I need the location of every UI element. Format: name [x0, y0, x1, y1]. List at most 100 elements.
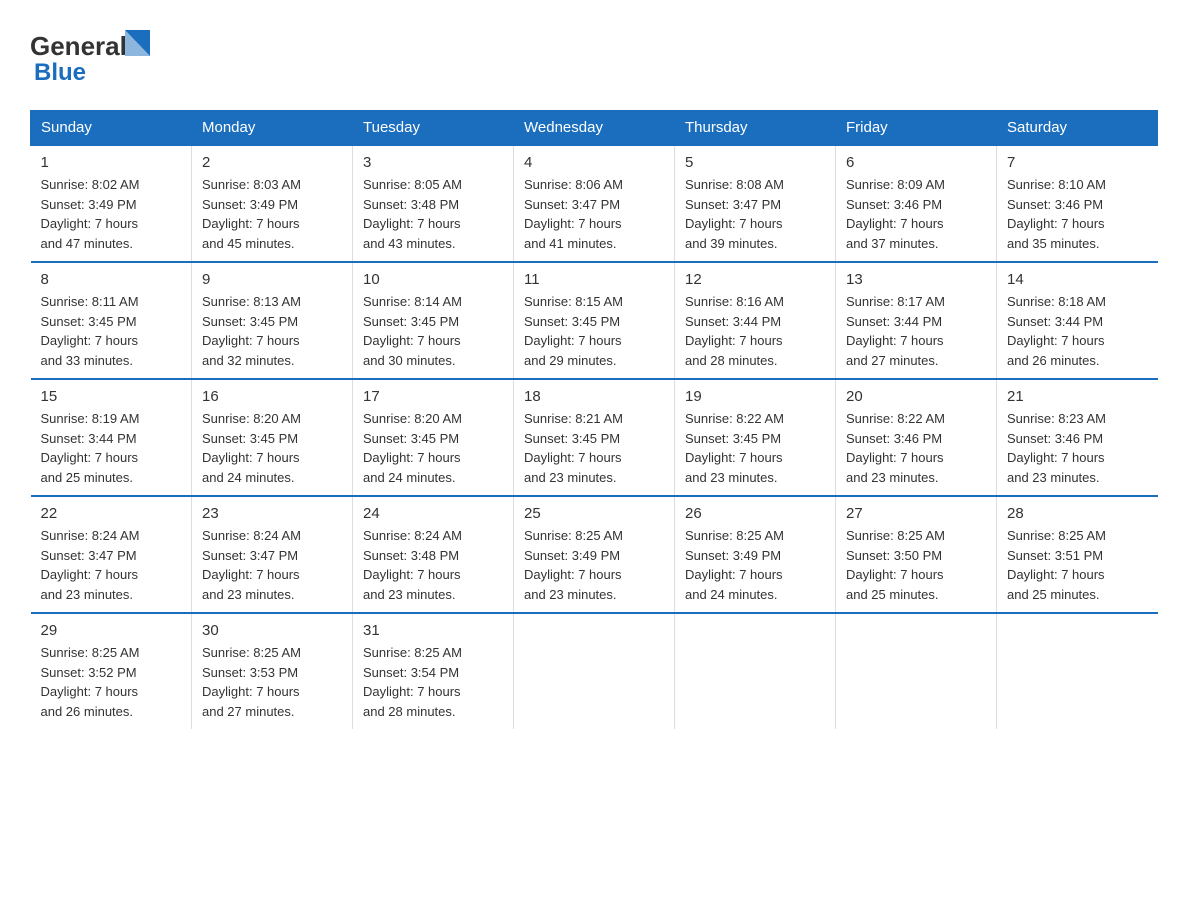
header-tuesday: Tuesday	[353, 111, 514, 146]
calendar-cell	[675, 613, 836, 729]
calendar-cell: 29 Sunrise: 8:25 AM Sunset: 3:52 PM Dayl…	[31, 613, 192, 729]
day-info: Sunrise: 8:09 AM Sunset: 3:46 PM Dayligh…	[846, 175, 986, 253]
calendar-cell	[514, 613, 675, 729]
day-number: 19	[685, 388, 825, 405]
calendar-cell: 4 Sunrise: 8:06 AM Sunset: 3:47 PM Dayli…	[514, 145, 675, 262]
day-number: 13	[846, 271, 986, 288]
day-info: Sunrise: 8:24 AM Sunset: 3:47 PM Dayligh…	[41, 526, 182, 604]
logo: General Blue	[30, 20, 160, 90]
day-number: 12	[685, 271, 825, 288]
header-saturday: Saturday	[997, 111, 1158, 146]
day-number: 21	[1007, 388, 1148, 405]
day-info: Sunrise: 8:19 AM Sunset: 3:44 PM Dayligh…	[41, 409, 182, 487]
day-number: 15	[41, 388, 182, 405]
day-number: 26	[685, 505, 825, 522]
header-wednesday: Wednesday	[514, 111, 675, 146]
calendar-cell: 17 Sunrise: 8:20 AM Sunset: 3:45 PM Dayl…	[353, 379, 514, 496]
week-row-5: 29 Sunrise: 8:25 AM Sunset: 3:52 PM Dayl…	[31, 613, 1158, 729]
day-info: Sunrise: 8:25 AM Sunset: 3:49 PM Dayligh…	[685, 526, 825, 604]
weekday-header-row: SundayMondayTuesdayWednesdayThursdayFrid…	[31, 111, 1158, 146]
day-number: 1	[41, 154, 182, 171]
calendar-cell: 18 Sunrise: 8:21 AM Sunset: 3:45 PM Dayl…	[514, 379, 675, 496]
calendar-cell: 27 Sunrise: 8:25 AM Sunset: 3:50 PM Dayl…	[836, 496, 997, 613]
day-number: 5	[685, 154, 825, 171]
day-info: Sunrise: 8:25 AM Sunset: 3:51 PM Dayligh…	[1007, 526, 1148, 604]
calendar-cell: 19 Sunrise: 8:22 AM Sunset: 3:45 PM Dayl…	[675, 379, 836, 496]
calendar-cell: 9 Sunrise: 8:13 AM Sunset: 3:45 PM Dayli…	[192, 262, 353, 379]
day-info: Sunrise: 8:24 AM Sunset: 3:47 PM Dayligh…	[202, 526, 342, 604]
day-number: 3	[363, 154, 503, 171]
calendar-cell: 31 Sunrise: 8:25 AM Sunset: 3:54 PM Dayl…	[353, 613, 514, 729]
day-number: 29	[41, 622, 182, 639]
calendar-cell	[836, 613, 997, 729]
calendar-cell: 14 Sunrise: 8:18 AM Sunset: 3:44 PM Dayl…	[997, 262, 1158, 379]
calendar-cell: 3 Sunrise: 8:05 AM Sunset: 3:48 PM Dayli…	[353, 145, 514, 262]
day-info: Sunrise: 8:06 AM Sunset: 3:47 PM Dayligh…	[524, 175, 664, 253]
header-monday: Monday	[192, 111, 353, 146]
calendar-cell: 22 Sunrise: 8:24 AM Sunset: 3:47 PM Dayl…	[31, 496, 192, 613]
day-info: Sunrise: 8:25 AM Sunset: 3:54 PM Dayligh…	[363, 643, 503, 721]
week-row-1: 1 Sunrise: 8:02 AM Sunset: 3:49 PM Dayli…	[31, 145, 1158, 262]
calendar-cell: 12 Sunrise: 8:16 AM Sunset: 3:44 PM Dayl…	[675, 262, 836, 379]
calendar-cell: 25 Sunrise: 8:25 AM Sunset: 3:49 PM Dayl…	[514, 496, 675, 613]
week-row-2: 8 Sunrise: 8:11 AM Sunset: 3:45 PM Dayli…	[31, 262, 1158, 379]
calendar-cell: 1 Sunrise: 8:02 AM Sunset: 3:49 PM Dayli…	[31, 145, 192, 262]
day-number: 31	[363, 622, 503, 639]
day-info: Sunrise: 8:02 AM Sunset: 3:49 PM Dayligh…	[41, 175, 182, 253]
day-info: Sunrise: 8:13 AM Sunset: 3:45 PM Dayligh…	[202, 292, 342, 370]
calendar-cell: 24 Sunrise: 8:24 AM Sunset: 3:48 PM Dayl…	[353, 496, 514, 613]
day-number: 2	[202, 154, 342, 171]
day-info: Sunrise: 8:20 AM Sunset: 3:45 PM Dayligh…	[202, 409, 342, 487]
day-info: Sunrise: 8:24 AM Sunset: 3:48 PM Dayligh…	[363, 526, 503, 604]
day-number: 8	[41, 271, 182, 288]
header-friday: Friday	[836, 111, 997, 146]
day-info: Sunrise: 8:03 AM Sunset: 3:49 PM Dayligh…	[202, 175, 342, 253]
calendar-cell: 7 Sunrise: 8:10 AM Sunset: 3:46 PM Dayli…	[997, 145, 1158, 262]
calendar-table: SundayMondayTuesdayWednesdayThursdayFrid…	[30, 110, 1158, 729]
day-info: Sunrise: 8:22 AM Sunset: 3:45 PM Dayligh…	[685, 409, 825, 487]
day-number: 7	[1007, 154, 1148, 171]
calendar-cell: 2 Sunrise: 8:03 AM Sunset: 3:49 PM Dayli…	[192, 145, 353, 262]
calendar-cell: 8 Sunrise: 8:11 AM Sunset: 3:45 PM Dayli…	[31, 262, 192, 379]
calendar-cell: 30 Sunrise: 8:25 AM Sunset: 3:53 PM Dayl…	[192, 613, 353, 729]
week-row-4: 22 Sunrise: 8:24 AM Sunset: 3:47 PM Dayl…	[31, 496, 1158, 613]
day-info: Sunrise: 8:23 AM Sunset: 3:46 PM Dayligh…	[1007, 409, 1148, 487]
day-number: 20	[846, 388, 986, 405]
day-info: Sunrise: 8:25 AM Sunset: 3:53 PM Dayligh…	[202, 643, 342, 721]
calendar-cell: 20 Sunrise: 8:22 AM Sunset: 3:46 PM Dayl…	[836, 379, 997, 496]
logo-svg: General Blue	[30, 20, 160, 90]
day-info: Sunrise: 8:20 AM Sunset: 3:45 PM Dayligh…	[363, 409, 503, 487]
day-number: 10	[363, 271, 503, 288]
day-number: 27	[846, 505, 986, 522]
day-number: 24	[363, 505, 503, 522]
day-number: 11	[524, 271, 664, 288]
day-number: 14	[1007, 271, 1148, 288]
day-info: Sunrise: 8:22 AM Sunset: 3:46 PM Dayligh…	[846, 409, 986, 487]
day-info: Sunrise: 8:08 AM Sunset: 3:47 PM Dayligh…	[685, 175, 825, 253]
day-info: Sunrise: 8:16 AM Sunset: 3:44 PM Dayligh…	[685, 292, 825, 370]
calendar-cell: 5 Sunrise: 8:08 AM Sunset: 3:47 PM Dayli…	[675, 145, 836, 262]
calendar-cell: 23 Sunrise: 8:24 AM Sunset: 3:47 PM Dayl…	[192, 496, 353, 613]
day-info: Sunrise: 8:10 AM Sunset: 3:46 PM Dayligh…	[1007, 175, 1148, 253]
day-info: Sunrise: 8:25 AM Sunset: 3:52 PM Dayligh…	[41, 643, 182, 721]
day-info: Sunrise: 8:15 AM Sunset: 3:45 PM Dayligh…	[524, 292, 664, 370]
calendar-cell: 28 Sunrise: 8:25 AM Sunset: 3:51 PM Dayl…	[997, 496, 1158, 613]
day-number: 23	[202, 505, 342, 522]
day-number: 28	[1007, 505, 1148, 522]
calendar-cell	[997, 613, 1158, 729]
day-number: 30	[202, 622, 342, 639]
day-info: Sunrise: 8:21 AM Sunset: 3:45 PM Dayligh…	[524, 409, 664, 487]
day-info: Sunrise: 8:25 AM Sunset: 3:50 PM Dayligh…	[846, 526, 986, 604]
day-info: Sunrise: 8:05 AM Sunset: 3:48 PM Dayligh…	[363, 175, 503, 253]
day-info: Sunrise: 8:14 AM Sunset: 3:45 PM Dayligh…	[363, 292, 503, 370]
page-header: General Blue	[30, 20, 1158, 90]
day-info: Sunrise: 8:18 AM Sunset: 3:44 PM Dayligh…	[1007, 292, 1148, 370]
day-number: 4	[524, 154, 664, 171]
svg-text:Blue: Blue	[34, 59, 86, 86]
day-info: Sunrise: 8:17 AM Sunset: 3:44 PM Dayligh…	[846, 292, 986, 370]
svg-text:General: General	[30, 31, 127, 61]
calendar-cell: 10 Sunrise: 8:14 AM Sunset: 3:45 PM Dayl…	[353, 262, 514, 379]
day-number: 6	[846, 154, 986, 171]
calendar-cell: 6 Sunrise: 8:09 AM Sunset: 3:46 PM Dayli…	[836, 145, 997, 262]
day-info: Sunrise: 8:25 AM Sunset: 3:49 PM Dayligh…	[524, 526, 664, 604]
